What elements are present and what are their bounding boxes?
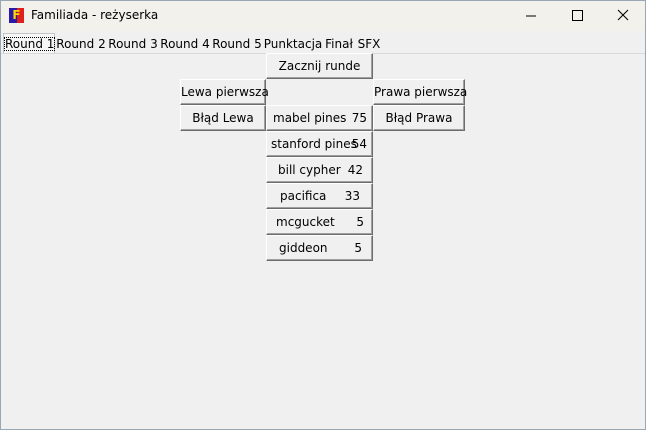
answer-text: mcgucket [276, 215, 335, 229]
right-error-button[interactable]: Błąd Prawa [373, 105, 465, 131]
answer-text: bill cypher [278, 163, 341, 177]
answer-button-5[interactable]: mcgucket 5 [266, 209, 373, 235]
tab-round-1[interactable]: Round 1 [3, 33, 56, 54]
answer-button-6[interactable]: giddeon 5 [266, 235, 373, 261]
tab-sfx[interactable]: SFX [355, 35, 383, 53]
answer-points: 5 [356, 215, 364, 229]
answer-text: mabel pines [273, 111, 347, 125]
tab-label: Round 1 [4, 37, 56, 51]
window-title: Familiada - reżyserka [31, 8, 159, 22]
app-logo-letter: F [12, 8, 21, 22]
answer-button-2[interactable]: stanford pines 54 [266, 131, 373, 157]
answer-text: giddeon [279, 241, 328, 255]
tab-bar: Round 1 Round 2 Round 3 Round 4 Round 5 … [1, 32, 645, 54]
minimize-icon [526, 15, 536, 17]
left-first-button[interactable]: Lewa pierwsza [180, 79, 269, 105]
answer-points: 75 [351, 111, 367, 125]
maximize-icon [572, 10, 583, 21]
app-window: F Familiada - reżyserka Round 1 Round 2 … [0, 0, 646, 430]
tab-final[interactable]: Finał [323, 35, 355, 53]
close-icon [617, 9, 629, 21]
answer-text: pacifica [280, 189, 327, 203]
left-error-button[interactable]: Błąd Lewa [180, 105, 266, 131]
answer-button-4[interactable]: pacifica 33 [266, 183, 373, 209]
minimize-button[interactable] [508, 1, 554, 31]
start-round-button[interactable]: Zacznij runde [266, 53, 373, 79]
tab-punktacja[interactable]: Punktacja [263, 35, 323, 53]
title-bar[interactable]: F Familiada - reżyserka [1, 1, 645, 31]
tab-round-2[interactable]: Round 2 [55, 35, 107, 53]
right-first-button[interactable]: Prawa pierwsza [373, 79, 467, 105]
answer-text: stanford pines [271, 137, 357, 151]
answer-button-3[interactable]: bill cypher 42 [266, 157, 373, 183]
close-button[interactable] [600, 1, 646, 31]
answer-points: 5 [354, 241, 362, 255]
app-logo-icon: F [9, 8, 24, 23]
tab-round-3[interactable]: Round 3 [107, 35, 159, 53]
answer-points: 33 [344, 189, 360, 203]
maximize-button[interactable] [554, 1, 600, 31]
answer-points: 54 [351, 137, 367, 151]
answer-points: 42 [347, 163, 363, 177]
tab-round-5[interactable]: Round 5 [211, 35, 263, 53]
tab-round-4[interactable]: Round 4 [159, 35, 211, 53]
answer-button-1[interactable]: mabel pines 75 [266, 105, 373, 131]
